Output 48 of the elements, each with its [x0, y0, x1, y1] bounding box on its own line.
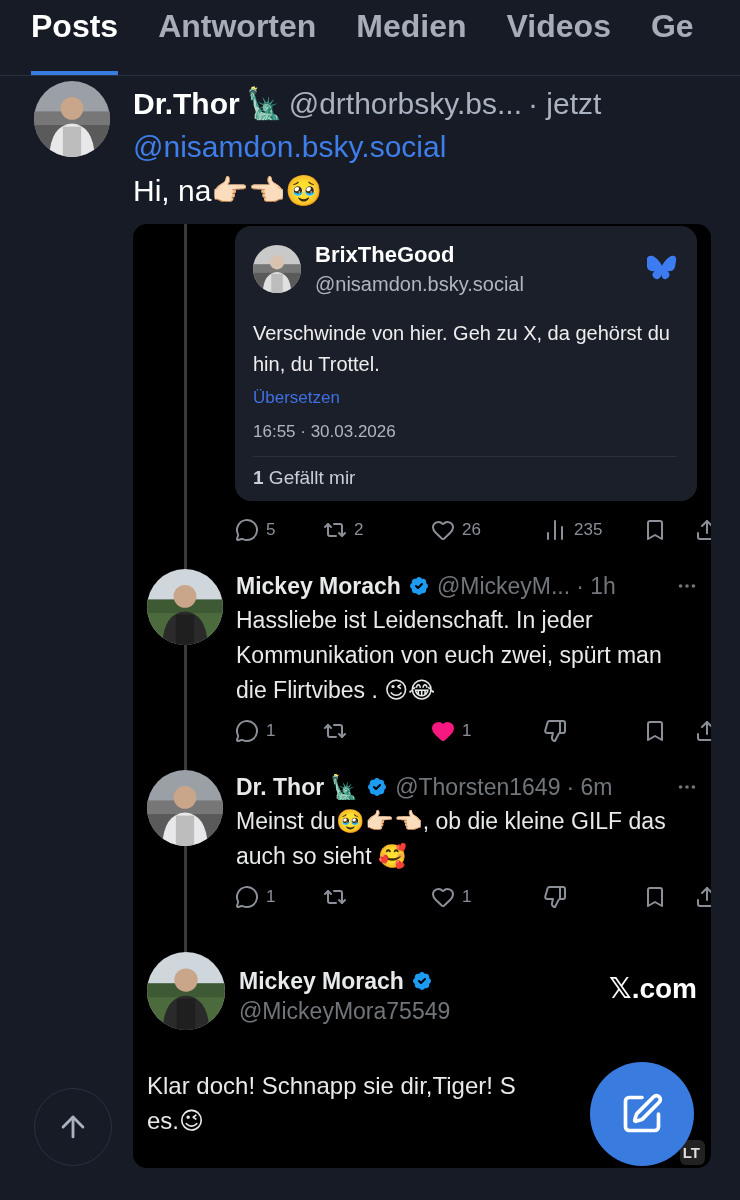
tab[interactable]: Posts	[31, 0, 119, 75]
alt-badge[interactable]: LT	[679, 1140, 705, 1165]
source-label: 𝕏.com	[609, 972, 697, 1005]
author-handle: @Thorsten1649	[395, 773, 561, 802]
author-name: BrixTheGood	[315, 241, 456, 269]
action-count: 2	[354, 520, 364, 540]
action-count: 1	[266, 887, 276, 907]
dislike-icon[interactable]	[543, 719, 567, 743]
dislike-icon[interactable]	[543, 885, 567, 909]
author-handle: @MickeyMora75549	[239, 998, 452, 1025]
action-count: 235	[574, 520, 603, 540]
post-time: · 1h	[576, 572, 616, 601]
author-name: Mickey Morach	[236, 572, 401, 601]
author-name: Dr.Thor	[133, 86, 240, 122]
author-name: Mickey Morach	[239, 967, 404, 996]
reply-text: es.😉	[147, 1106, 205, 1136]
heart-icon[interactable]	[431, 885, 455, 909]
action-count: 5	[266, 520, 276, 540]
action-count: 1	[462, 887, 472, 907]
mention-link[interactable]: @nisamdon.bsky.social	[133, 123, 711, 171]
heart-icon[interactable]	[431, 518, 455, 542]
emoji: 🗽	[245, 85, 283, 123]
author-handle: @MickeyM...	[436, 572, 571, 601]
tab[interactable]: Medien	[356, 0, 467, 75]
tab[interactable]: Antworten	[158, 0, 317, 75]
author-name: Dr. Thor	[236, 773, 325, 802]
heart-icon[interactable]	[431, 719, 455, 743]
post-time: · 6m	[566, 773, 613, 802]
tab[interactable]: Ge	[650, 0, 694, 75]
reply-text: Klar doch! Schnapp sie dir,Tiger! S	[147, 1071, 516, 1101]
emoji: 🗽	[330, 773, 360, 802]
post-text: Hi, na👉🏻👈🏻🥹	[133, 173, 324, 209]
author-handle: @nisamdon.bsky.social	[315, 272, 525, 297]
comment-icon[interactable]	[235, 518, 259, 542]
action-count: 26	[462, 520, 481, 540]
post-text: Verschwinde von hier. Geh zu X, da gehörst du hin, du Trottel.	[253, 321, 671, 377]
comment-icon[interactable]	[235, 885, 259, 909]
likes-count: 1 Gefällt mir	[253, 467, 357, 489]
action-count: 1	[462, 721, 472, 741]
post-time: · jetzt	[528, 86, 602, 122]
timestamp: 16:55 · 30.03.2026	[253, 422, 397, 442]
comment-icon[interactable]	[235, 719, 259, 743]
reply-text: Meinst du🥹👉🏻👈🏻, ob die kleine GILF das auch so sieht 🥰	[236, 807, 667, 871]
author-handle: @drthorbsky.bs...	[288, 86, 522, 122]
translate-link[interactable]: Übersetzen	[253, 388, 340, 408]
reply-text: Hassliebe ist Leidenschaft. In jeder Kommunikation von euch zwei, spürt man die Flirtvibes . 😉😂	[236, 606, 663, 705]
tab[interactable]: Videos	[506, 0, 611, 75]
action-count: 1	[266, 721, 276, 741]
